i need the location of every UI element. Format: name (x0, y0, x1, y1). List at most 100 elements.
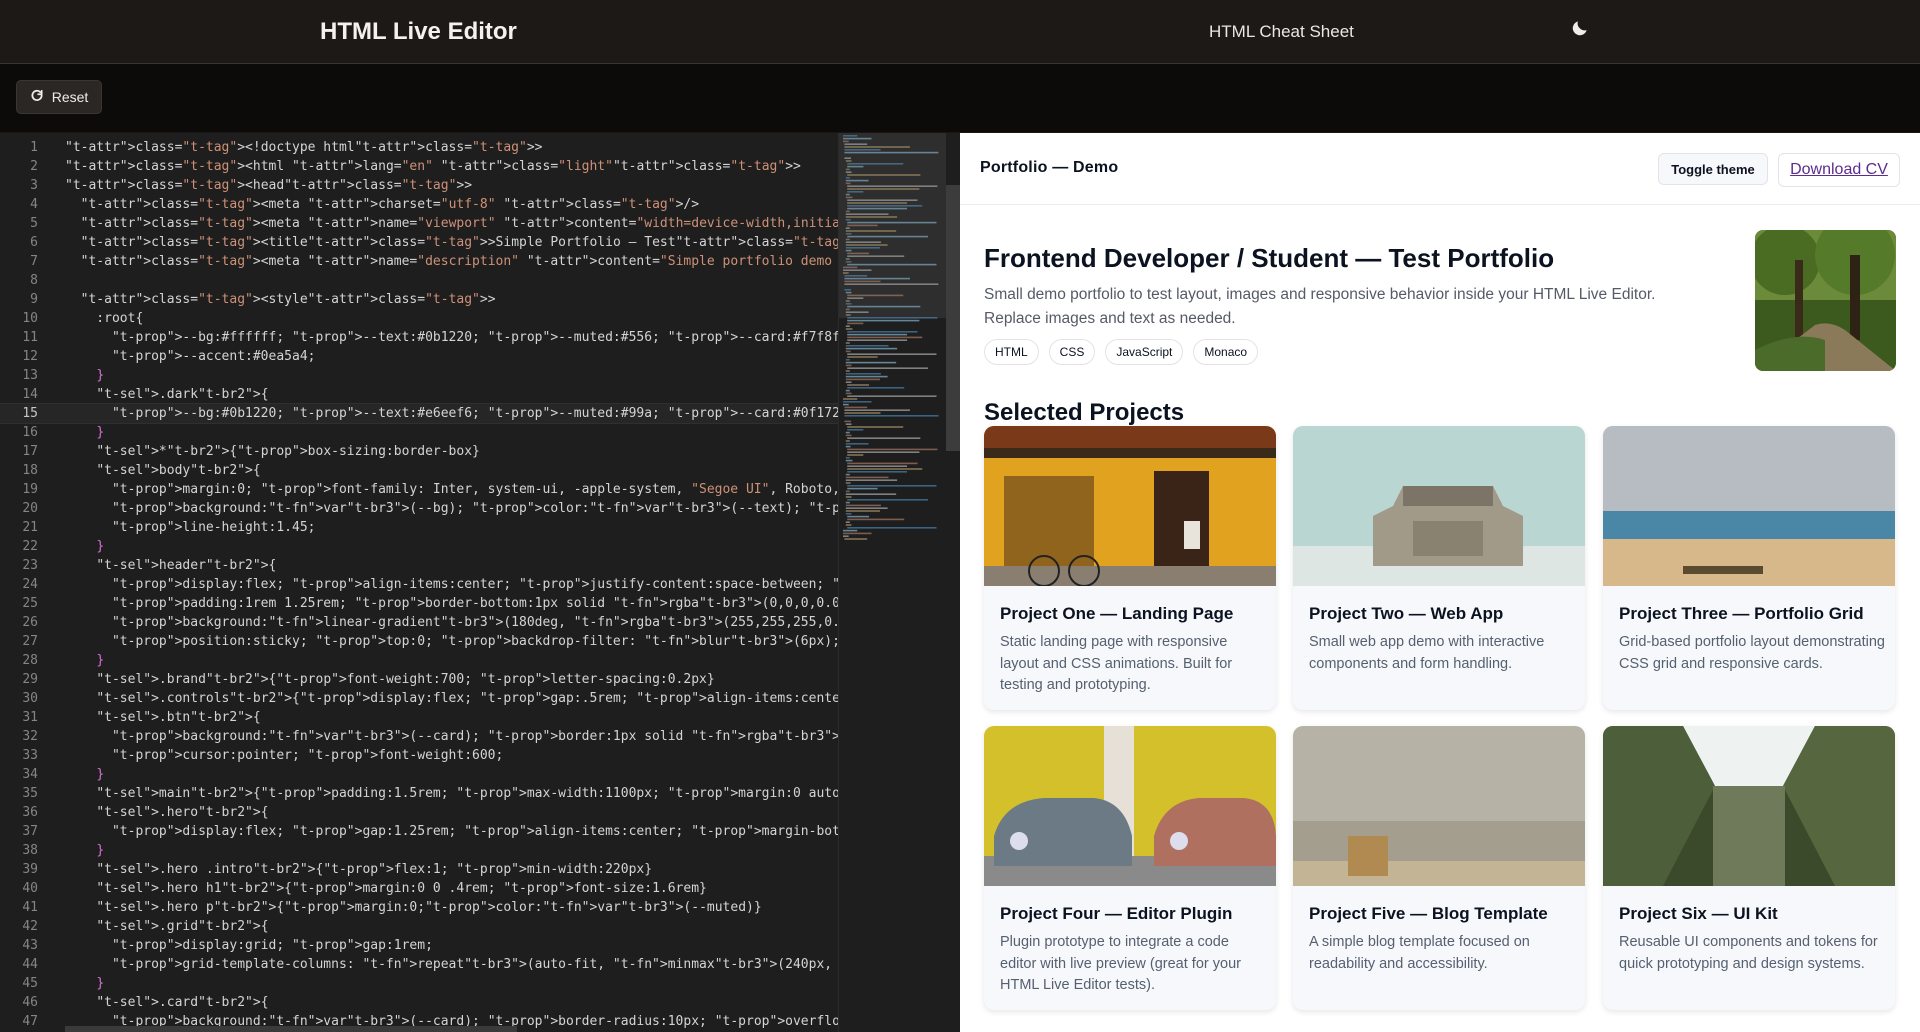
minimap-line (845, 342, 850, 344)
line-number: 38 (22, 843, 38, 858)
code-line[interactable]: 26 "t-prop">background:"t-fn">linear-gra… (0, 613, 838, 632)
code-line[interactable]: 28 } (0, 651, 838, 670)
code-line[interactable]: 15 "t-prop">--bg:#0b1220; "t-prop">--tex… (0, 403, 838, 424)
project-card[interactable]: Project Three — Portfolio Grid Grid-base… (1603, 426, 1895, 710)
code-line[interactable]: 27 "t-prop">position:sticky; "t-prop">to… (0, 632, 838, 651)
minimap-line (847, 462, 918, 465)
code-line[interactable]: 7 "t-attr">class="t-tag"><meta "t-attr">… (0, 252, 838, 271)
minimap-line (847, 499, 928, 501)
project-card[interactable]: Project Five — Blog Template A simple bl… (1293, 726, 1585, 1010)
line-number: 40 (22, 881, 38, 896)
code-line[interactable]: 39 "t-sel">.hero .intro"t-br2">{"t-prop"… (0, 860, 838, 879)
code-line[interactable]: 42 "t-sel">.grid"t-br2">{ (0, 917, 838, 936)
reset-button[interactable]: Reset (16, 80, 102, 114)
code-line[interactable]: 32 "t-prop">background:"t-fn">var"t-br3"… (0, 727, 838, 746)
line-number: 6 (30, 235, 38, 250)
download-cv-link[interactable]: Download CV (1778, 153, 1900, 187)
code-line[interactable]: 45 } (0, 974, 838, 993)
project-image (984, 726, 1276, 886)
code-line[interactable]: 31 "t-sel">.btn"t-br2">{ (0, 708, 838, 727)
minimap-line (847, 454, 864, 456)
code-line[interactable]: 44 "t-prop">grid-template-columns: "t-fn… (0, 955, 838, 974)
code-line[interactable]: 10 :root{ (0, 309, 838, 328)
minimap-line (845, 431, 850, 434)
code-line[interactable]: 38 } (0, 841, 838, 860)
code-line[interactable]: 6 "t-attr">class="t-tag"><title"t-attr">… (0, 233, 838, 252)
code-line[interactable]: 23 "t-sel">header"t-br2">{ (0, 556, 838, 575)
minimap-line (845, 507, 888, 509)
vertical-scrollbar[interactable] (946, 133, 960, 1032)
minimap-line (845, 364, 852, 367)
code-line[interactable]: 24 "t-prop">display:flex; "t-prop">align… (0, 575, 838, 594)
code-line[interactable]: 29 "t-sel">.brand"t-br2">{"t-prop">font-… (0, 670, 838, 689)
code-line[interactable]: 46 "t-sel">.card"t-br2">{ (0, 993, 838, 1012)
code-line[interactable]: 5 "t-attr">class="t-tag"><meta "t-attr">… (0, 214, 838, 233)
code-line[interactable]: 25 "t-prop">padding:1rem 1.25rem; "t-pro… (0, 594, 838, 613)
code-text: "t-sel">.btn"t-br2">{ (96, 710, 261, 725)
code-line[interactable]: 14 "t-sel">.dark"t-br2">{ (0, 385, 838, 404)
toggle-theme-button[interactable]: Toggle theme (1658, 153, 1768, 185)
code-line[interactable]: 36 "t-sel">.hero"t-br2">{ (0, 803, 838, 822)
code-line[interactable]: 40 "t-sel">.hero h1"t-br2">{"t-prop">mar… (0, 879, 838, 898)
theme-toggle-button[interactable] (1568, 18, 1592, 42)
code-line[interactable]: 41 "t-sel">.hero p"t-br2">{"t-prop">marg… (0, 898, 838, 917)
code-text: "t-prop">--accent:#0ea5a4; (111, 349, 316, 364)
code-text: "t-sel">header"t-br2">{ (96, 558, 277, 573)
project-title: Project Two — Web App (1309, 604, 1504, 623)
app-title: HTML Live Editor (320, 18, 517, 45)
cheat-sheet-link[interactable]: HTML Cheat Sheet (1209, 22, 1354, 42)
code-text: "t-prop">margin:0; "t-prop">font-family:… (111, 482, 838, 497)
line-number: 35 (22, 786, 38, 801)
code-line[interactable]: 18 "t-sel">body"t-br2">{ (0, 461, 838, 480)
minimap-line (845, 328, 853, 330)
code-line[interactable]: 34 } (0, 765, 838, 784)
minimap-line (845, 501, 850, 504)
vertical-scroll-thumb[interactable] (946, 185, 960, 451)
minimap-line (845, 524, 852, 526)
code-line[interactable]: 8 (0, 271, 838, 290)
code-line[interactable]: 35 "t-sel">main"t-br2">{"t-prop">padding… (0, 784, 838, 803)
minimap-slider[interactable] (839, 133, 947, 318)
minimap-line (847, 333, 908, 336)
code-line[interactable]: 11 "t-prop">--bg:#ffffff; "t-prop">--tex… (0, 328, 838, 347)
minimap-line (844, 538, 868, 540)
code-line[interactable]: 1 "t-attr">class="t-tag"><!doctype html"t… (0, 138, 838, 157)
line-number: 23 (22, 558, 38, 573)
code-line[interactable]: 20 "t-prop">background:"t-fn">var"t-br3"… (0, 499, 838, 518)
code-line[interactable]: 2 "t-attr">class="t-tag"><html "t-attr">l… (0, 157, 838, 176)
live-preview: Portfolio — Demo Toggle theme Download C… (960, 133, 1920, 1032)
code-line[interactable]: 16 } (0, 423, 838, 442)
hero-description: Small demo portfolio to test layout, ima… (984, 286, 1656, 327)
project-card[interactable]: Project One — Landing Page Static landin… (984, 426, 1276, 710)
code-line[interactable]: 30 "t-sel">.controls"t-br2">{"t-prop">di… (0, 689, 838, 708)
code-line[interactable]: 43 "t-prop">display:grid; "t-prop">gap:1… (0, 936, 838, 955)
code-line[interactable]: 33 "t-prop">cursor:pointer; "t-prop">fon… (0, 746, 838, 765)
code-editor[interactable]: 1 "t-attr">class="t-tag"><!doctype html"t… (0, 133, 960, 1032)
code-line[interactable]: 13 } (0, 366, 838, 385)
minimap-line (847, 395, 937, 397)
hero-photo (1755, 230, 1896, 371)
code-line[interactable]: 3 "t-attr">class="t-tag"><head"t-attr">cl… (0, 176, 838, 195)
code-line[interactable]: 22 } (0, 537, 838, 556)
code-line[interactable]: 19 "t-prop">margin:0; "t-prop">font-fami… (0, 480, 838, 499)
minimap[interactable] (838, 133, 947, 1032)
project-card[interactable]: Project Six — UI Kit Reusable UI compone… (1603, 726, 1895, 1010)
code-line[interactable]: 12 "t-prop">--accent:#0ea5a4; (0, 347, 838, 366)
line-number: 2 (30, 159, 38, 174)
code-area[interactable]: 1 "t-attr">class="t-tag"><!doctype html"t… (0, 133, 838, 1032)
chip: CSS (1048, 339, 1096, 365)
code-line[interactable]: 37 "t-prop">display:flex; "t-prop">gap:1… (0, 822, 838, 841)
code-line[interactable]: 4 "t-attr">class="t-tag"><meta "t-attr">… (0, 195, 838, 214)
minimap-line (844, 415, 939, 417)
minimap-line (847, 336, 923, 339)
code-line[interactable]: 9 "t-attr">class="t-tag"><style"t-attr">… (0, 290, 838, 309)
project-card[interactable]: Project Two — Web App Small web app demo… (1293, 426, 1585, 710)
code-text: "t-attr">class="t-tag"><title"t-attr">cl… (80, 235, 838, 250)
chip: JavaScript (1105, 339, 1184, 365)
project-description: Plugin prototype to integrate a code edi… (1000, 934, 1241, 993)
project-card[interactable]: Project Four — Editor Plugin Plugin prot… (984, 726, 1276, 1010)
code-line[interactable]: 21 "t-prop">line-height:1.45; (0, 518, 838, 537)
code-text: "t-prop">background:"t-fn">var"t-br3">(-… (111, 501, 838, 516)
horizontal-scroll-thumb[interactable] (65, 1026, 517, 1032)
code-line[interactable]: 17 "t-sel">*"t-br2">{"t-prop">box-sizing… (0, 442, 838, 461)
